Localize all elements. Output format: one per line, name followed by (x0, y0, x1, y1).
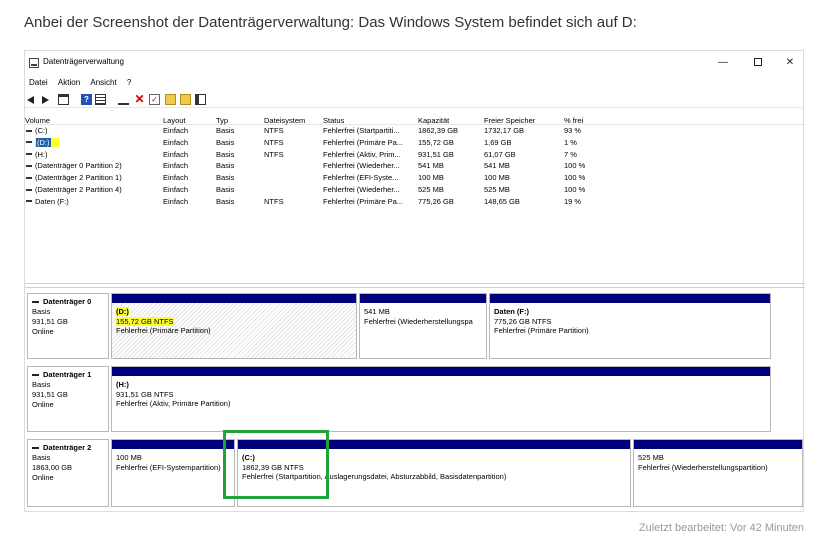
menu-datei[interactable]: Datei (25, 75, 52, 90)
volume-icon (26, 141, 32, 144)
disk-management-window: Datenträgerverwaltung — ✕ Datei Aktion A… (24, 50, 805, 512)
disk-icon (32, 301, 39, 304)
delete-icon[interactable]: ✕ (134, 93, 145, 105)
volume-icon (26, 200, 32, 203)
post-title: Anbei der Screenshot der Datenträgerverw… (24, 14, 637, 31)
disk-icon (32, 374, 39, 377)
help-icon[interactable]: ? (81, 94, 92, 105)
partition-size: 931,51 GB NTFS (116, 389, 174, 399)
partition-d[interactable]: (D:) 155,72 GB NTFS Fehlerfrei (Primäre … (111, 293, 357, 359)
col-freier-speicher[interactable]: Freier Speicher (484, 116, 560, 125)
partition-size: 541 MB (364, 307, 390, 316)
pane-divider[interactable] (25, 283, 805, 284)
volume-icon (26, 153, 32, 156)
table-row[interactable]: (Datenträger 2 Partition 4) Einfach Basi… (25, 184, 805, 196)
volume-icon (26, 129, 32, 132)
partition-f[interactable]: Daten (F:) 775,26 GB NTFS Fehlerfrei (Pr… (489, 293, 771, 359)
disk-label[interactable]: Datenträger 0 Basis 931,51 GB Online (27, 293, 109, 359)
partition-band (490, 294, 770, 303)
partition-title: (D:) (116, 307, 129, 316)
back-icon[interactable] (27, 94, 38, 105)
partition-status: Fehlerfrei (Primäre Partition) (116, 326, 211, 335)
partition-size: 100 MB (116, 453, 142, 462)
partition-band (112, 367, 770, 376)
table-row[interactable]: (C:) Einfach Basis NTFS Fehlerfrei (Star… (25, 125, 805, 137)
grid-icon[interactable] (95, 94, 106, 105)
col-prozent-frei[interactable]: % frei (564, 116, 614, 125)
volume-icon (26, 188, 32, 191)
partition-band (634, 440, 802, 449)
partition-title: (H:) (116, 380, 129, 389)
connect-icon[interactable] (118, 94, 129, 105)
volume-table-header: Volume Layout Typ Dateisystem Status Kap… (25, 115, 805, 125)
table-row[interactable]: (Datenträger 0 Partition 2) Einfach Basi… (25, 160, 805, 172)
highlight-marker: (D:) (35, 137, 59, 147)
toolbar: ? ✕ ✓ (25, 92, 803, 108)
table-row[interactable]: Daten (F:) Einfach Basis NTFS Fehlerfrei… (25, 196, 805, 208)
partition-h[interactable]: (H:) 931,51 GB NTFS Fehlerfrei (Aktiv, P… (111, 366, 771, 432)
close-button[interactable]: ✕ (775, 54, 805, 72)
partition-size: 155,72 GB NTFS (116, 316, 174, 326)
check-icon[interactable]: ✓ (149, 94, 160, 105)
partition-status: Fehlerfrei (Wiederherstellungspa (364, 316, 473, 326)
volume-icon (26, 176, 32, 179)
list-icon[interactable] (58, 94, 69, 105)
partition-status: Fehlerfrei (EFI-Systempartition) (116, 462, 221, 472)
partition-size: 525 MB (638, 453, 664, 462)
properties-icon[interactable] (195, 94, 206, 105)
partition-efi[interactable]: 100 MB Fehlerfrei (EFI-Systempartition) (111, 439, 235, 507)
partition-status: Fehlerfrei (Primäre Partition) (494, 326, 589, 335)
col-status[interactable]: Status (323, 116, 413, 125)
partition-band (112, 440, 234, 449)
pane-divider (25, 287, 805, 288)
menu-help[interactable]: ? (123, 75, 135, 90)
col-dateisystem[interactable]: Dateisystem (264, 116, 320, 125)
volume-icon (26, 164, 32, 167)
menu-bar: Datei Aktion Ansicht ? (25, 75, 803, 91)
folder-icon[interactable] (165, 94, 176, 105)
col-kapazitaet[interactable]: Kapazität (418, 116, 478, 125)
annotation-highlight-box (223, 430, 329, 499)
last-edited-note: Zuletzt bearbeitet: Vor 42 Minuten (638, 522, 804, 534)
partition-band (112, 294, 356, 303)
maximize-button[interactable] (743, 54, 773, 72)
menu-ansicht[interactable]: Ansicht (86, 75, 120, 90)
window-title: Datenträgerverwaltung (43, 57, 124, 66)
disk-row-2: Datenträger 2 Basis 1863,00 GB Online 10… (27, 439, 803, 507)
menu-aktion[interactable]: Aktion (54, 75, 84, 90)
forward-icon[interactable] (39, 94, 50, 105)
col-volume[interactable]: Volume (25, 116, 155, 125)
maximize-icon (754, 58, 762, 67)
partition-status: Fehlerfrei (Wiederherstellungspartition) (638, 462, 768, 472)
volume-name-d: (D:) (36, 137, 51, 147)
disk-icon (32, 447, 39, 450)
col-typ[interactable]: Typ (216, 116, 262, 125)
app-icon (29, 58, 39, 68)
partition-band (360, 294, 486, 303)
disk-row-1: Datenträger 1 Basis 931,51 GB Online (H:… (27, 366, 803, 432)
table-row[interactable]: (D:) Einfach Basis NTFS Fehlerfrei (Prim… (25, 137, 805, 149)
partition-recovery[interactable]: 541 MB Fehlerfrei (Wiederherstellungspa (359, 293, 487, 359)
disk-label[interactable]: Datenträger 1 Basis 931,51 GB Online (27, 366, 109, 432)
disk-label[interactable]: Datenträger 2 Basis 1863,00 GB Online (27, 439, 109, 507)
col-layout[interactable]: Layout (163, 116, 213, 125)
partition-size: 775,26 GB NTFS (494, 316, 552, 326)
table-row[interactable]: (Datenträger 2 Partition 1) Einfach Basi… (25, 172, 805, 184)
disk-row-0: Datenträger 0 Basis 931,51 GB Online (D:… (27, 293, 803, 359)
partition-recovery-2[interactable]: 525 MB Fehlerfrei (Wiederherstellungspar… (633, 439, 803, 507)
folder-icon[interactable] (180, 94, 191, 105)
partition-status: Fehlerfrei (Aktiv, Primäre Partition) (116, 399, 231, 408)
table-row[interactable]: (H:) Einfach Basis NTFS Fehlerfrei (Akti… (25, 149, 805, 161)
minimize-button[interactable]: — (708, 54, 738, 72)
title-bar: Datenträgerverwaltung — ✕ (25, 51, 803, 75)
volume-table: Volume Layout Typ Dateisystem Status Kap… (25, 115, 805, 208)
partition-title: Daten (F:) (494, 307, 529, 316)
